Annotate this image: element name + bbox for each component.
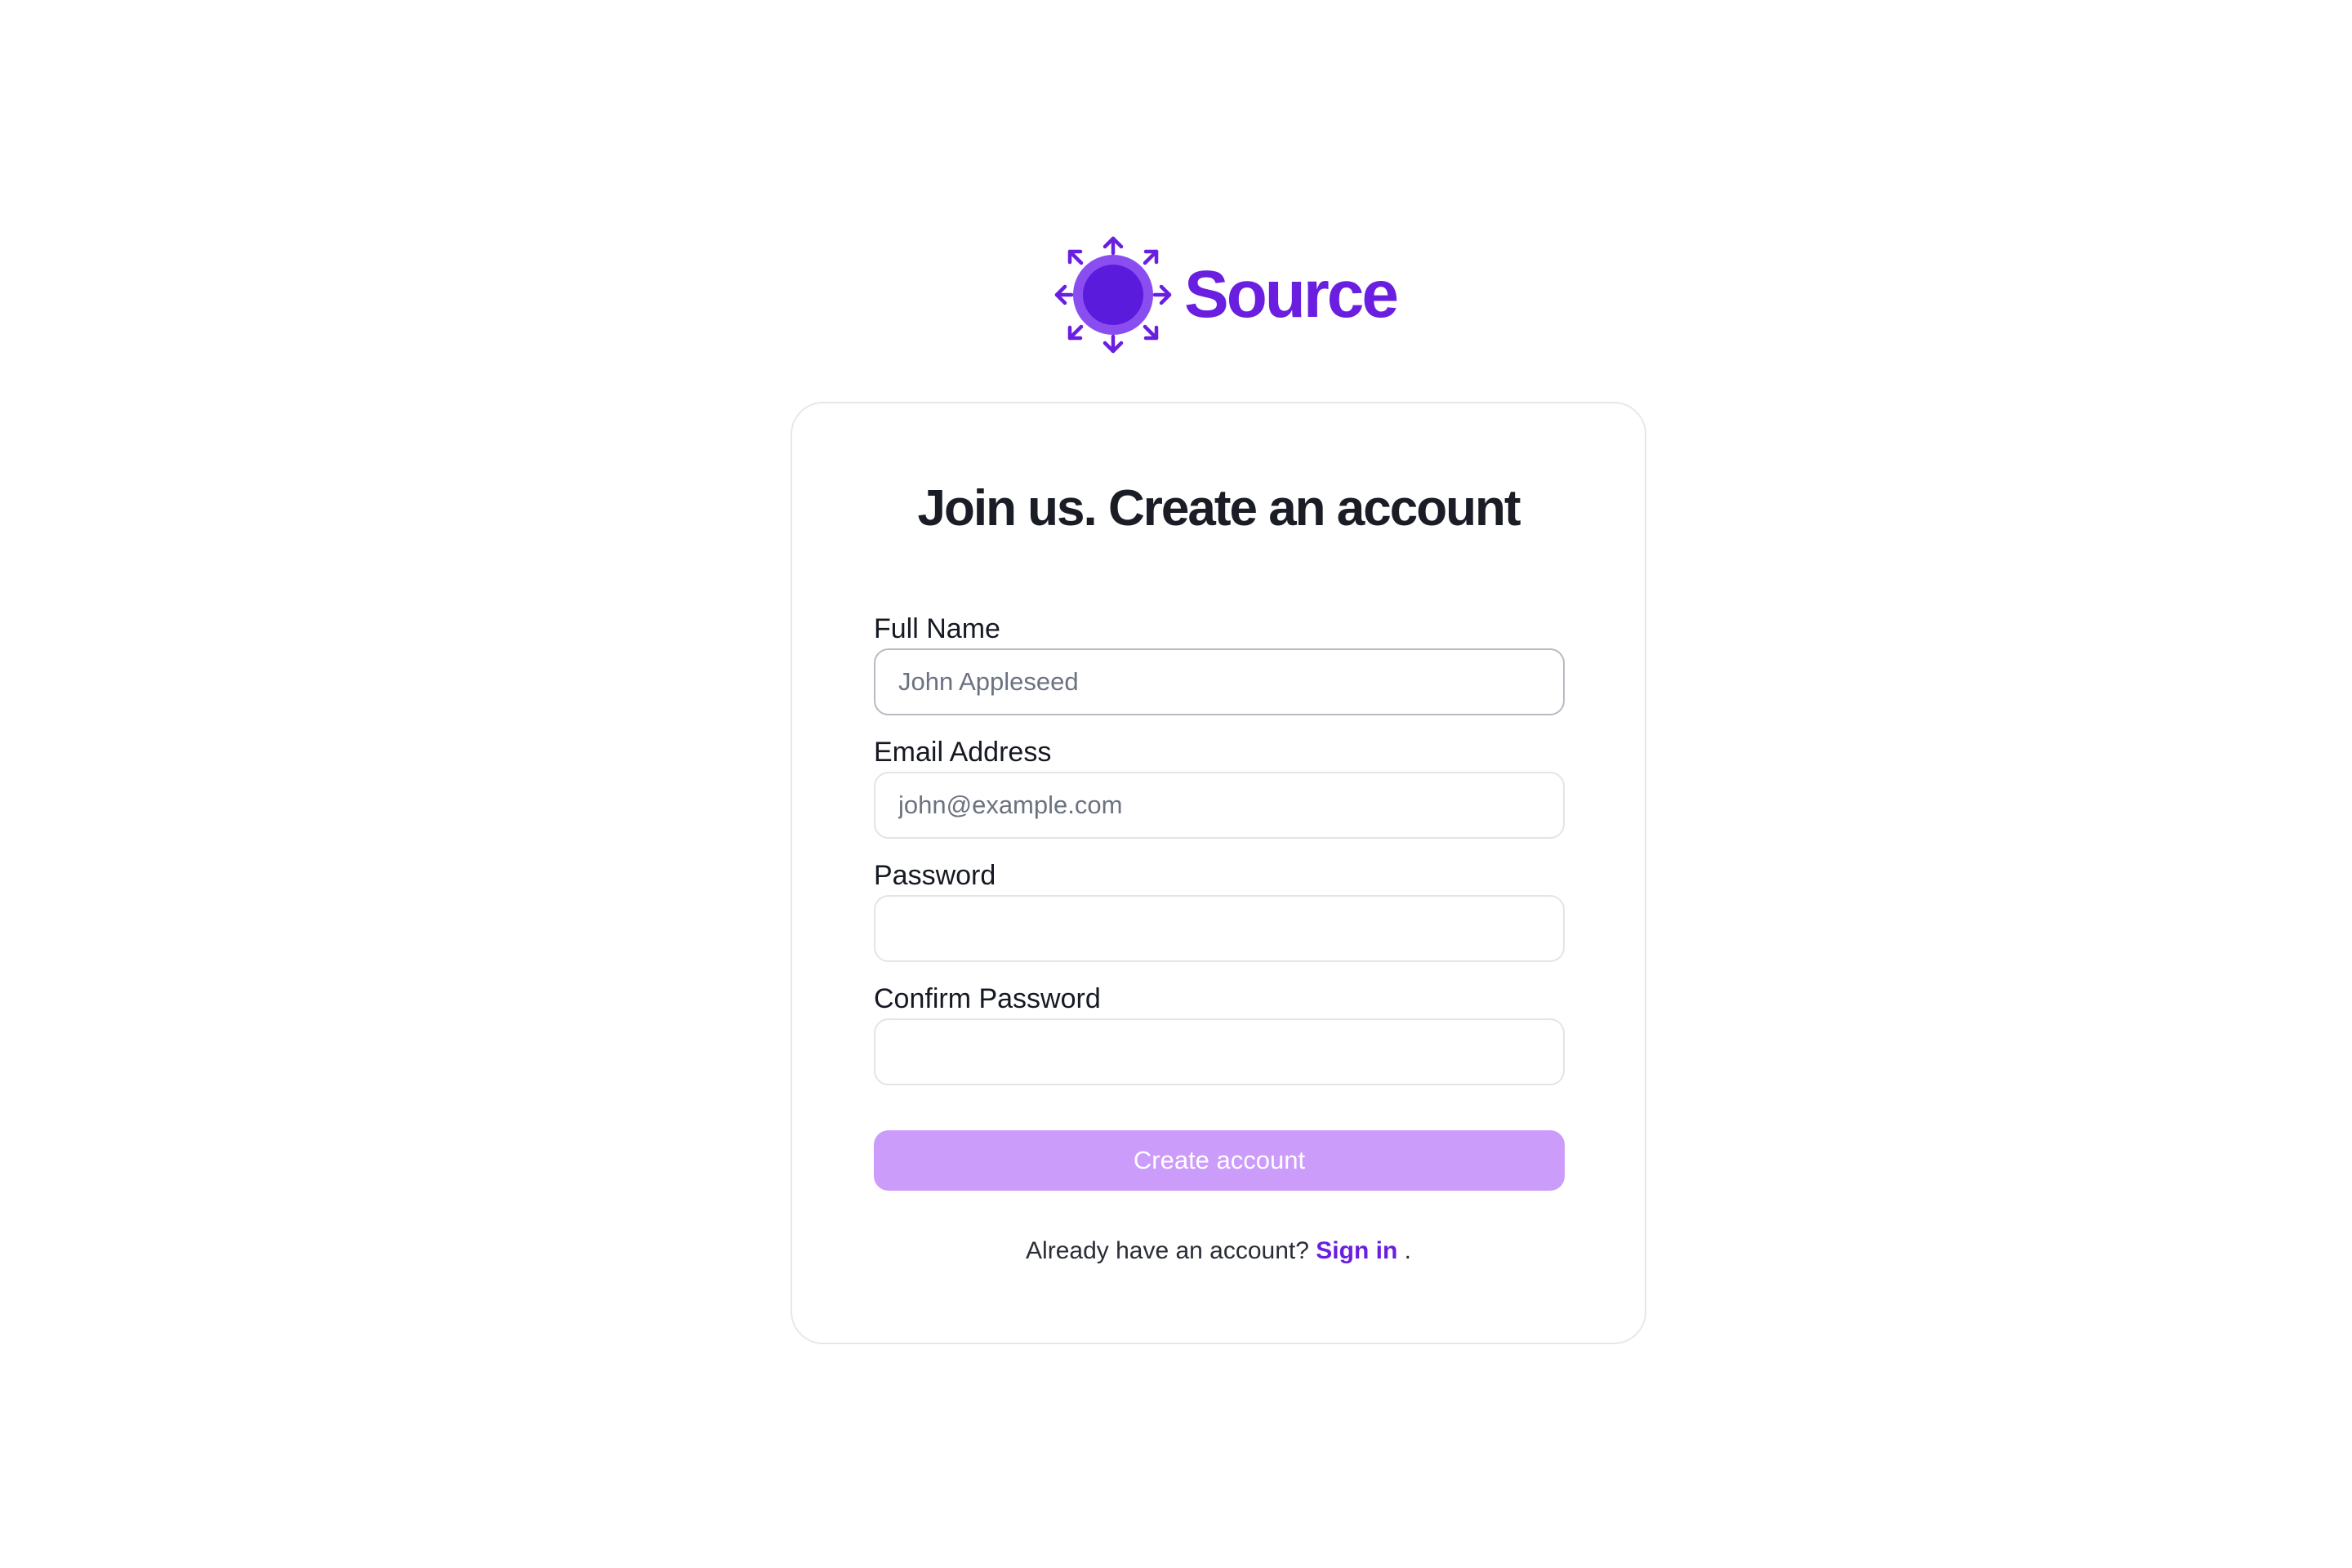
- confirm-password-label: Confirm Password: [874, 983, 1101, 1014]
- email-input[interactable]: [874, 772, 1565, 839]
- password-field-group: Password: [874, 859, 1565, 962]
- signin-prompt: Already have an account? Sign in .: [792, 1235, 1645, 1267]
- sign-in-link[interactable]: Sign in: [1316, 1237, 1397, 1264]
- signin-prompt-text: Already have an account?: [1026, 1237, 1309, 1264]
- create-account-button[interactable]: Create account: [874, 1130, 1565, 1191]
- password-label: Password: [874, 860, 996, 891]
- radiating-circle-logo-icon: [1054, 236, 1172, 354]
- page-title: Join us. Create an account: [917, 480, 1521, 537]
- email-label: Email Address: [874, 737, 1052, 768]
- full-name-input[interactable]: [874, 648, 1565, 715]
- password-input[interactable]: [874, 895, 1565, 962]
- brand-name: Source: [1184, 257, 1399, 332]
- signin-suffix: .: [1404, 1237, 1411, 1264]
- confirm-password-field-group: Confirm Password: [874, 982, 1565, 1085]
- full-name-label: Full Name: [874, 613, 1000, 644]
- email-field-group: Email Address: [874, 736, 1565, 839]
- confirm-password-input[interactable]: [874, 1018, 1565, 1085]
- brand-logo: Source: [1054, 235, 1399, 354]
- signup-card: Join us. Create an account Full Name Ema…: [791, 402, 1646, 1344]
- full-name-field-group: Full Name: [874, 612, 1565, 715]
